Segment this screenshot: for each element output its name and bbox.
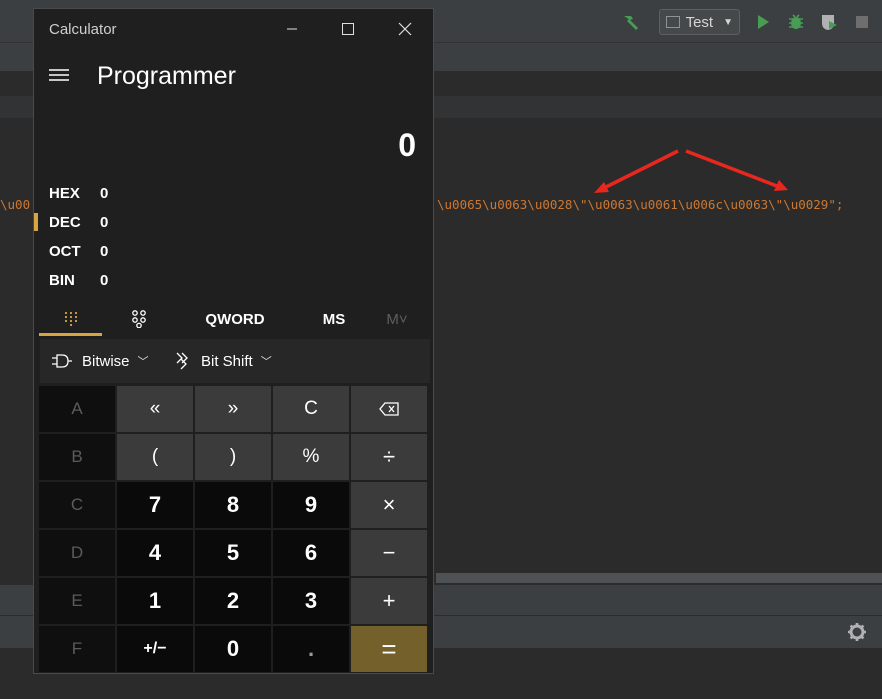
- result-display: 0: [398, 127, 416, 163]
- bitshift-dropdown[interactable]: Bit Shift ﹀: [173, 339, 272, 383]
- key-equals[interactable]: =: [351, 626, 427, 672]
- annotation-arrowhead-left: [594, 182, 609, 193]
- radix-row-hex[interactable]: HEX 0: [34, 180, 433, 206]
- run-toolbar: Test ▼: [618, 8, 882, 36]
- editor-horizontal-scrollbar[interactable]: [436, 573, 882, 583]
- radix-label: BIN: [49, 272, 75, 289]
- key-2[interactable]: 2: [195, 578, 271, 624]
- bitwise-label: Bitwise: [82, 352, 130, 370]
- radix-value: 0: [100, 185, 109, 202]
- memory-store-button[interactable]: MS: [314, 301, 354, 337]
- minimize-button[interactable]: [277, 17, 307, 41]
- key-backspace[interactable]: [351, 386, 427, 432]
- gear-icon[interactable]: [846, 621, 868, 643]
- backspace-icon: [379, 402, 399, 416]
- keypad-grid-icon: [64, 311, 77, 327]
- key-6[interactable]: 6: [273, 530, 349, 576]
- tab-full-keypad[interactable]: [39, 301, 102, 337]
- key-modulo[interactable]: %: [273, 434, 349, 480]
- run-configuration-select[interactable]: Test ▼: [658, 9, 740, 35]
- chevron-down-icon: ▼: [723, 16, 733, 28]
- run-icon[interactable]: [750, 9, 776, 35]
- close-icon: [398, 22, 412, 36]
- radix-value: 0: [100, 243, 109, 260]
- key-hex-e[interactable]: E: [39, 578, 115, 624]
- code-fragment-right: \u0065\u0063\u0028\"\u0063\u0061\u006c\u…: [437, 197, 844, 212]
- chevron-down-icon: ﹀: [137, 356, 149, 368]
- keypad-mode-tabs: QWORD MS M˅: [34, 301, 433, 337]
- hamburger-menu-icon[interactable]: [48, 67, 70, 83]
- key-7[interactable]: 7: [117, 482, 193, 528]
- mode-title: Programmer: [97, 62, 236, 90]
- tab-bit-toggling-keypad[interactable]: [114, 301, 164, 337]
- key-0[interactable]: 0: [195, 626, 271, 672]
- coverage-icon[interactable]: [816, 9, 842, 35]
- bitwise-dropdown[interactable]: Bitwise ﹀: [51, 339, 149, 383]
- key-3[interactable]: 3: [273, 578, 349, 624]
- key-add[interactable]: +: [351, 578, 427, 624]
- stop-icon[interactable]: [849, 9, 875, 35]
- key-hex-f[interactable]: F: [39, 626, 115, 672]
- radix-row-bin[interactable]: BIN 0: [34, 267, 433, 293]
- window-title: Calculator: [49, 21, 117, 38]
- run-config-icon: [665, 16, 680, 28]
- chevron-down-icon: ﹀: [260, 356, 272, 368]
- key-clear[interactable]: C: [273, 386, 349, 432]
- bitshift-label: Bit Shift: [201, 352, 253, 370]
- title-bar[interactable]: Calculator: [34, 9, 433, 49]
- build-hammer-icon[interactable]: [618, 9, 644, 35]
- key-hex-a[interactable]: A: [39, 386, 115, 432]
- keypad: A « » C B ( ) % ÷ C 7 8 9 × D 4 5 6 − E …: [39, 386, 431, 672]
- key-hex-d[interactable]: D: [39, 530, 115, 576]
- debug-icon[interactable]: [783, 9, 809, 35]
- radix-row-dec[interactable]: DEC 0: [34, 209, 433, 235]
- key-divide[interactable]: ÷: [351, 434, 427, 480]
- logic-gate-icon: [52, 354, 72, 368]
- bit-toggle-icon: [132, 310, 146, 328]
- active-tab-underline: [39, 333, 102, 336]
- key-left-shift[interactable]: «: [117, 386, 193, 432]
- radix-label: HEX: [49, 185, 80, 202]
- radix-value: 0: [100, 272, 109, 289]
- radix-label: OCT: [49, 243, 81, 260]
- key-hex-b[interactable]: B: [39, 434, 115, 480]
- key-right-shift[interactable]: »: [195, 386, 271, 432]
- key-multiply[interactable]: ×: [351, 482, 427, 528]
- annotation-arrow-right: [685, 149, 783, 190]
- selected-radix-indicator: [34, 213, 38, 231]
- bit-shift-icon: [176, 352, 188, 370]
- key-9[interactable]: 9: [273, 482, 349, 528]
- radix-label: DEC: [49, 214, 81, 231]
- calculator-window: Calculator Programmer 0 HEX 0 DEC 0 OCT …: [33, 8, 434, 674]
- key-open-paren[interactable]: (: [117, 434, 193, 480]
- key-8[interactable]: 8: [195, 482, 271, 528]
- key-close-paren[interactable]: ): [195, 434, 271, 480]
- key-5[interactable]: 5: [195, 530, 271, 576]
- key-1[interactable]: 1: [117, 578, 193, 624]
- radix-value: 0: [100, 214, 109, 231]
- key-decimal[interactable]: .: [273, 626, 349, 672]
- annotation-arrow-left: [599, 149, 679, 192]
- run-configuration-label: Test: [685, 13, 714, 31]
- code-fragment-left: \u00: [0, 197, 31, 212]
- operations-bar: Bitwise ﹀ Bit Shift ﹀: [40, 339, 430, 383]
- key-subtract[interactable]: −: [351, 530, 427, 576]
- word-size-button[interactable]: QWORD: [199, 301, 271, 337]
- key-4[interactable]: 4: [117, 530, 193, 576]
- annotation-arrows: [594, 149, 788, 193]
- key-hex-c[interactable]: C: [39, 482, 115, 528]
- radix-row-oct[interactable]: OCT 0: [34, 238, 433, 264]
- minimize-icon: [287, 28, 297, 30]
- maximize-button[interactable]: [333, 17, 363, 41]
- maximize-icon: [342, 23, 354, 35]
- close-button[interactable]: [390, 17, 420, 41]
- key-negate[interactable]: +/−: [117, 626, 193, 672]
- memory-recall-button[interactable]: M˅: [380, 301, 414, 337]
